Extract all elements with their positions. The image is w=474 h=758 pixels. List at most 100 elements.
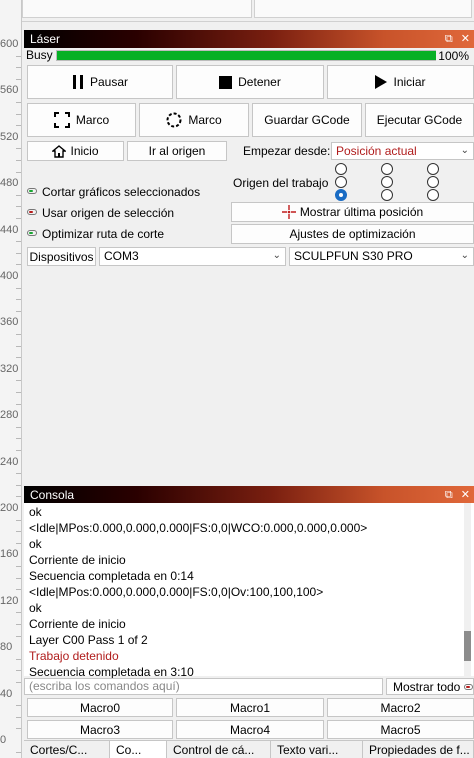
crosshair-icon (281, 205, 296, 219)
home-label: Inicio (70, 144, 99, 158)
tab-cuts-layers[interactable]: Cortes/C... (24, 741, 110, 758)
progress-bar-fill (57, 51, 463, 60)
home-button[interactable]: Inicio (27, 141, 124, 161)
origin-radio-middle-left[interactable] (335, 176, 347, 188)
ruler-minor-tick (16, 78, 21, 80)
undock-icon[interactable]: ⧉ (445, 489, 453, 501)
lightburn-window: { "ruler": { "labels": ["600","560","520… (0, 0, 474, 758)
ruler-label: 0 (0, 734, 7, 746)
job-origin-label: Origen del trabajo (233, 176, 329, 190)
ruler-minor-tick (16, 218, 21, 219)
ruler-label: 160 (0, 548, 19, 561)
ruler-minor-tick (16, 345, 21, 347)
ruler-label: 360 (0, 316, 19, 329)
console-scrollbar[interactable] (464, 503, 471, 676)
start-button[interactable]: Iniciar (327, 65, 474, 99)
origin-radio-top-center[interactable] (381, 163, 393, 175)
macro2-button[interactable]: Macro2 (327, 698, 474, 717)
ruler-minor-tick (16, 299, 21, 301)
ruler-minor-tick (16, 206, 21, 208)
console-scroll-thumb[interactable] (464, 631, 471, 661)
frame-button[interactable]: Marco (27, 103, 136, 137)
start-from-select[interactable]: Posición actual ⌄ (331, 142, 474, 160)
frame-rubberband-button[interactable]: Marco (139, 103, 249, 137)
macro3-button[interactable]: Macro3 (27, 720, 173, 739)
origin-radio-bottom-right[interactable] (427, 189, 439, 201)
console-line: Corriente de inicio (29, 553, 126, 567)
device-select[interactable]: SCULPFUN S30 PRO ⌄ (289, 247, 474, 266)
ruler-minor-tick (16, 438, 21, 440)
optimize-path-toggle[interactable] (27, 230, 37, 236)
frame-circle-icon (166, 112, 182, 128)
ruler-minor-tick (16, 577, 21, 579)
ruler-minor-tick (16, 658, 21, 660)
origin-radio-top-right[interactable] (427, 163, 439, 175)
ruler-minor-tick (16, 624, 21, 625)
progress-bar: 100% (56, 49, 469, 63)
use-selection-origin-toggle[interactable] (27, 209, 37, 215)
start-from-label: Empezar desde: (243, 144, 331, 158)
ruler-minor-tick (16, 55, 21, 57)
optimization-settings-label: Ajustes de optimización (289, 227, 416, 241)
ruler-minor-tick (16, 519, 21, 521)
cut-selected-toggle[interactable] (27, 188, 37, 194)
toolbar-cell (22, 0, 252, 18)
origin-radio-bottom-center[interactable] (381, 189, 393, 201)
macro0-label: Macro0 (79, 700, 120, 715)
tab-console[interactable]: Co... (110, 741, 167, 758)
ruler-minor-tick (16, 125, 21, 127)
tab-variable-text[interactable]: Texto vari... (271, 741, 363, 758)
top-toolbar-strip (22, 0, 474, 22)
tab-camera-control[interactable]: Control de cá... (167, 741, 271, 758)
ruler-minor-tick (16, 392, 21, 393)
show-all-toggle[interactable]: Mostrar todo (386, 678, 474, 695)
ruler-minor-tick (16, 716, 21, 718)
devices-button[interactable]: Dispositivos (27, 247, 96, 266)
console-line: Layer C00 Pass 1 of 2 (29, 633, 148, 647)
device-value: SCULPFUN S30 PRO (294, 249, 413, 263)
tab-shape-properties[interactable]: Propiedades de f... (363, 741, 474, 758)
port-select[interactable]: COM3 ⌄ (99, 247, 286, 266)
close-icon[interactable]: ✕ (461, 33, 470, 45)
show-last-position-button[interactable]: Mostrar última posición (231, 202, 474, 222)
ruler-minor-tick (16, 751, 21, 753)
cut-selected-label: Cortar gráficos seleccionados (42, 185, 201, 199)
ruler-label: 240 (0, 455, 19, 468)
undock-icon[interactable]: ⧉ (445, 33, 453, 45)
goto-origin-button[interactable]: Ir al origen (127, 141, 227, 161)
origin-radio-top-left[interactable] (335, 163, 347, 175)
stop-button[interactable]: Detener (176, 65, 324, 99)
optimization-settings-button[interactable]: Ajustes de optimización (231, 224, 474, 244)
laser-panel-title-text: Láser (30, 32, 61, 46)
save-gcode-button[interactable]: Guardar GCode (252, 103, 362, 137)
start-label: Iniciar (393, 75, 426, 89)
ruler-label: 560 (0, 84, 19, 97)
origin-radio-bottom-left[interactable] (335, 189, 347, 201)
pause-button[interactable]: Pausar (27, 65, 173, 99)
macro4-button[interactable]: Macro4 (176, 720, 324, 739)
command-input[interactable]: (escriba los comandos aquí) (24, 678, 383, 695)
macro5-button[interactable]: Macro5 (327, 720, 474, 739)
ruler-label: 320 (0, 362, 19, 375)
stop-icon (219, 75, 233, 89)
ruler-label: 600 (0, 38, 19, 50)
macro5-label: Macro5 (380, 722, 421, 737)
ruler-minor-tick (16, 334, 21, 335)
close-icon[interactable]: ✕ (461, 489, 470, 501)
macro0-button[interactable]: Macro0 (27, 698, 173, 717)
ruler-label: 200 (0, 502, 19, 514)
ruler-minor-tick (16, 612, 21, 614)
ruler-label: 80 (0, 641, 13, 654)
origin-radio-middle-right[interactable] (427, 176, 439, 188)
origin-radio-middle-center[interactable] (381, 176, 393, 188)
ruler-minor-tick (16, 728, 21, 730)
macro1-button[interactable]: Macro1 (176, 698, 324, 717)
console-line: Secuencia completada en 3:10 (29, 665, 194, 679)
macro1-label: Macro1 (229, 700, 270, 715)
run-gcode-button[interactable]: Ejecutar GCode (365, 103, 474, 137)
ruler-minor-tick (16, 160, 21, 161)
console-output[interactable]: ok <Idle|MPos:0.000,0.000,0.000|FS:0,0|W… (24, 503, 474, 679)
console-line: <Idle|MPos:0.000,0.000,0.000|FS:0,0|Ov:1… (29, 585, 324, 599)
macro4-label: Macro4 (229, 722, 270, 737)
ruler-minor-tick (16, 403, 21, 405)
